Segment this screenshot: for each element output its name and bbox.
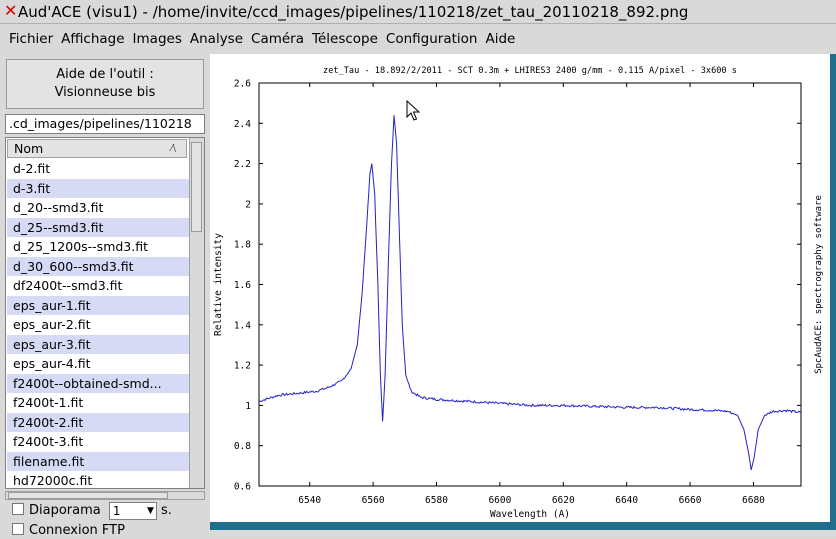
sort-arrow-icon: ⁄\ [170,143,176,154]
mouse-cursor-icon [406,100,420,121]
file-list-item[interactable]: eps_aur-1.fit [7,295,190,315]
x-tick-label: 6640 [615,495,638,506]
x-tick-label: 6600 [488,495,511,506]
status-strip [210,522,836,530]
path-field[interactable]: .cd_images/pipelines/110218 [5,114,205,134]
tool-help-button[interactable]: Aide de l'outil : Visionneuse bis [6,59,204,109]
column-header-label: Nom [14,141,44,156]
x-tick-label: 6620 [552,495,575,506]
diaporama-interval-value: 1 [112,503,121,518]
tool-help-line2: Visionneuse bis [54,85,156,100]
file-list-item[interactable]: d_20--smd3.fit [7,198,190,218]
x-tick-label: 6540 [298,495,321,506]
tool-help-line1: Aide de l'outil : [56,67,154,82]
scrollbar-thumb[interactable] [191,142,202,232]
menu-aide[interactable]: Aide [481,25,519,47]
spin-down-icon[interactable]: ▼ [147,503,154,519]
y-tick-label: 0.8 [234,441,251,452]
menu-fichier[interactable]: Fichier [0,25,57,47]
file-list-item[interactable]: d_25--smd3.fit [7,217,190,237]
y-tick-label: 2.6 [234,79,251,90]
y-tick-label: 2.4 [234,119,251,130]
file-list-item[interactable]: f2400t-2.fit [7,412,190,432]
menu-affichage[interactable]: Affichage [57,25,128,47]
close-icon[interactable]: ✕ [4,2,17,20]
ftp-checkbox[interactable] [12,523,24,535]
menu-images[interactable]: Images [129,25,186,47]
file-list-item[interactable]: f2400t-3.fit [7,432,190,452]
file-list-item[interactable]: hd72000c.fit [7,471,190,488]
diaporama-checkbox[interactable] [12,503,24,515]
column-header-nom[interactable]: Nom ⁄\ [7,139,187,158]
ftp-row: Connexion FTP [12,523,125,539]
spectrum-line [258,115,802,471]
file-list-item[interactable]: d-2.fit [7,159,190,179]
menu-camera[interactable]: Caméra [247,25,308,47]
hscrollbar-thumb[interactable] [8,492,168,499]
ftp-label: Connexion FTP [29,523,125,538]
file-list-item[interactable]: d_25_1200s--smd3.fit [7,237,190,257]
plot-frame [258,82,802,487]
file-list-item[interactable]: eps_aur-4.fit [7,354,190,374]
plot-area: 6540 6560 6580 6600 6620 6640 6660 6680 0.6 0.8 1 1… [210,54,836,530]
y-tick-label: 1.4 [234,320,251,331]
x-tick-label: 6580 [425,495,448,506]
file-list-item[interactable]: filename.fit [7,451,190,471]
file-list-item[interactable]: f2400t-1.fit [7,393,190,413]
y-tick-label: 2 [245,199,251,210]
file-rows: d-2.fit d-3.fit d_20--smd3.fit d_25--smd3.f… [7,159,190,488]
diaporama-interval-input[interactable]: 1 ▼ [108,501,157,520]
y-tick-label: 1.8 [234,240,251,251]
window-edge [830,54,836,522]
sidebar: Aide de l'outil : Visionneuse bis .cd_im… [0,54,210,538]
y-tick-label: 2.2 [234,159,251,170]
menu-analyse[interactable]: Analyse [186,25,247,47]
x-tick-label: 6560 [362,495,385,506]
vertical-scrollbar[interactable] [189,138,204,488]
file-list-item[interactable]: df2400t--smd3.fit [7,276,190,296]
menu-configuration[interactable]: Configuration [382,25,482,47]
x-axis-label: Wavelength (A) [490,509,570,520]
y-tick-label: 1.2 [234,361,251,372]
y-tick-label: 1.6 [234,280,251,291]
menu-telescope[interactable]: Télescope [308,25,382,47]
file-list-item[interactable]: eps_aur-2.fit [7,315,190,335]
y-tick-label: 1 [245,401,251,412]
software-label: SpcAudACE: spectrography software [814,195,824,374]
file-list-item[interactable]: d_30_600--smd3.fit [7,256,190,276]
file-list-item[interactable]: eps_aur-3.fit [7,334,190,354]
window-titlebar: ✕ Aud'ACE (visu1) - /home/invite/ccd_ima… [0,0,836,24]
diaporama-row: Diaporama 1 ▼ s. [12,499,172,523]
y-tick-label: 0.6 [234,482,251,493]
diaporama-label: Diaporama [29,503,101,518]
spectrum-chart: 6540 6560 6580 6600 6620 6640 6660 6680 0.6 0.8 1 1… [213,66,824,520]
x-tick-label: 6660 [679,495,702,506]
file-list-item[interactable]: d-3.fit [7,178,190,198]
y-axis-label: Relative intensity [213,233,224,336]
file-list[interactable]: Nom ⁄\ d-2.fit d-3.fit d_20--smd3.fit d_25-… [5,137,205,489]
menu-bar: Fichier Affichage Images Analyse Caméra Téles… [0,25,836,53]
diaporama-unit: s. [161,503,172,518]
chart-title: zet_Tau - 18.892/2/2011 - SCT 0.3m + LHI… [323,66,737,76]
file-list-item[interactable]: f2400t--obtained-smd... [7,373,190,393]
x-tick-label: 6680 [742,495,765,506]
window-title: Aud'ACE (visu1) - /home/invite/ccd_image… [18,3,689,21]
